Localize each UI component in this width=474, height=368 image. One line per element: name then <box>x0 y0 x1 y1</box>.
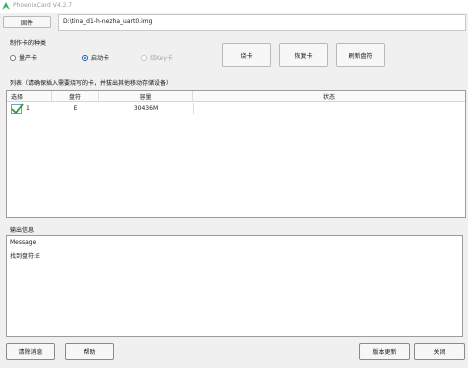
radio-label: 烧Key卡 <box>150 55 173 62</box>
version-update-button[interactable]: 版本更新 <box>359 343 410 360</box>
column-header-drive[interactable]: 盘符 <box>52 91 99 101</box>
row-index: 1 <box>26 105 30 112</box>
device-list-label: 列表（请确保插入需要烧写的卡，并拔出其他移动存储设备） <box>10 80 173 87</box>
output-label: 输出信息 <box>10 227 35 234</box>
radio-label: 启动卡 <box>91 55 110 62</box>
capacity-cell: 30436M <box>133 105 159 112</box>
column-header-status[interactable]: 状态 <box>193 91 465 101</box>
firmware-button[interactable]: 固件 <box>3 16 51 28</box>
radio-mass-production-card[interactable]: 量产卡 <box>10 53 37 62</box>
output-log[interactable]: Message 找到盘符:E <box>6 235 463 337</box>
card-type-label: 制作卡的种类 <box>10 40 47 47</box>
checkmark-icon <box>11 102 24 114</box>
help-button[interactable]: 帮助 <box>65 343 114 360</box>
refresh-drive-button[interactable]: 刷新盘符 <box>336 43 385 67</box>
clear-messages-button[interactable]: 清除消息 <box>6 343 55 360</box>
drive-cell: E <box>73 105 78 112</box>
radio-label: 量产卡 <box>19 55 38 62</box>
radio-dot-selected-icon <box>82 54 88 61</box>
firmware-path-text: D:\tina_d1-h-nezha_uart0.img <box>63 18 153 25</box>
select-cell[interactable]: 1 <box>7 102 52 114</box>
column-header-select[interactable]: 选择 <box>7 91 52 101</box>
radio-dot-icon <box>10 54 16 61</box>
radio-startup-card[interactable]: 启动卡 <box>82 53 109 62</box>
status-cell <box>193 103 465 114</box>
radio-burn-key-card: 烧Key卡 <box>141 53 173 62</box>
firmware-path-field: D:\tina_d1-h-nezha_uart0.img <box>58 14 466 31</box>
table-row[interactable]: 1 E 30436M <box>7 102 465 114</box>
radio-dot-icon <box>141 54 147 61</box>
log-line: Message <box>10 239 37 246</box>
close-button[interactable]: 关闭 <box>414 343 465 360</box>
column-header-capacity[interactable]: 容量 <box>99 91 193 101</box>
table-header: 选择 盘符 容量 状态 <box>7 91 465 102</box>
window-edge <box>468 0 474 368</box>
phoenixcard-logo-icon <box>1 1 11 11</box>
burn-card-button[interactable]: 烧卡 <box>222 43 271 67</box>
row-checkbox[interactable] <box>11 102 24 114</box>
window-title: PhoenixCard V4.2.7 <box>13 2 73 9</box>
device-table[interactable]: 选择 盘符 容量 状态 1 E 30436M <box>6 90 466 218</box>
restore-card-button[interactable]: 恢复卡 <box>279 43 328 67</box>
log-line: 找到盘符:E <box>10 253 40 260</box>
